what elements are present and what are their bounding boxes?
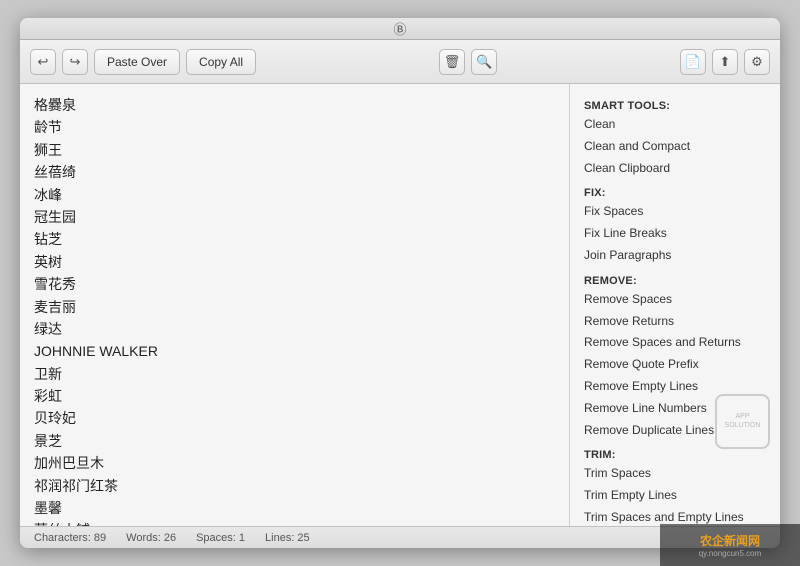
sidebar-menu-item[interactable]: Fix Line Breaks bbox=[584, 223, 766, 245]
title-bar: Ⓑ bbox=[20, 18, 780, 40]
main-window: Ⓑ ↩ ↪ Paste Over Copy All 🗑 🔍 📄 ⬆ ⚙ 格爨泉龄… bbox=[20, 18, 780, 548]
sidebar-menu-item[interactable]: Clean bbox=[584, 114, 766, 136]
fix-title: FIX: bbox=[584, 187, 766, 199]
trim-section: TRIM: Trim SpacesTrim Empty LinesTrim Sp… bbox=[584, 449, 766, 526]
sidebar-menu-item[interactable]: Remove Returns bbox=[584, 311, 766, 333]
fix-section: FIX: Fix SpacesFix Line BreaksJoin Parag… bbox=[584, 187, 766, 266]
badge-text: APPSOLUTION bbox=[725, 413, 761, 430]
text-line: 彩虹 bbox=[34, 385, 555, 407]
text-line: 贝玲妃 bbox=[34, 407, 555, 429]
sidebar-menu-item[interactable]: Trim Spaces bbox=[584, 463, 766, 485]
text-line: 卫新 bbox=[34, 363, 555, 385]
text-content: 格爨泉龄节狮王丝蓓绮冰峰冠生园钻芝英树雪花秀麦吉丽绿达JOHNNIE WALKE… bbox=[34, 94, 555, 526]
text-line: 冠生园 bbox=[34, 206, 555, 228]
text-line: 加州巴旦木 bbox=[34, 452, 555, 474]
text-line: JOHNNIE WALKER bbox=[34, 340, 555, 362]
text-line: 狮王 bbox=[34, 139, 555, 161]
sidebar-menu-item[interactable]: Clean Clipboard bbox=[584, 158, 766, 180]
delete-button[interactable]: 🗑 bbox=[439, 49, 465, 75]
sidebar-menu-item[interactable]: Remove Spaces and Returns bbox=[584, 332, 766, 354]
copy-all-button[interactable]: Copy All bbox=[186, 49, 256, 75]
sidebar-menu-item[interactable]: Trim Empty Lines bbox=[584, 485, 766, 507]
undo-button[interactable]: ↩ bbox=[30, 49, 56, 75]
fix-list: Fix SpacesFix Line BreaksJoin Paragraphs bbox=[584, 201, 766, 266]
watermark: 农企新闻网 qy.nongcun5.com bbox=[660, 524, 800, 566]
paste-over-button[interactable]: Paste Over bbox=[94, 49, 180, 75]
sidebar-menu-item[interactable]: Remove Quote Prefix bbox=[584, 354, 766, 376]
text-line: 英树 bbox=[34, 251, 555, 273]
sidebar: SMART TOOLS: CleanClean and CompactClean… bbox=[570, 84, 780, 526]
title-bar-icon: Ⓑ bbox=[393, 19, 406, 38]
watermark-url: qy.nongcun5.com bbox=[699, 549, 762, 558]
smart-tools-section: SMART TOOLS: CleanClean and CompactClean… bbox=[584, 100, 766, 179]
characters-status: Characters: 89 bbox=[34, 532, 106, 544]
watermark-logo: 农企新闻网 bbox=[700, 532, 760, 549]
lines-status: Lines: 25 bbox=[265, 532, 310, 544]
sidebar-menu-item[interactable]: Remove Spaces bbox=[584, 289, 766, 311]
text-line: 麦吉丽 bbox=[34, 296, 555, 318]
settings-button[interactable]: ⚙ bbox=[744, 49, 770, 75]
text-line: 钻芝 bbox=[34, 228, 555, 250]
trim-title: TRIM: bbox=[584, 449, 766, 461]
text-panel[interactable]: 格爨泉龄节狮王丝蓓绮冰峰冠生园钻芝英树雪花秀麦吉丽绿达JOHNNIE WALKE… bbox=[20, 84, 570, 526]
sidebar-menu-item[interactable]: Join Paragraphs bbox=[584, 245, 766, 267]
text-line: 景芝 bbox=[34, 430, 555, 452]
text-line: 绿达 bbox=[34, 318, 555, 340]
smart-tools-title: SMART TOOLS: bbox=[584, 100, 766, 112]
text-line: 雪花秀 bbox=[34, 273, 555, 295]
spaces-status: Spaces: 1 bbox=[196, 532, 245, 544]
sidebar-menu-item[interactable]: Fix Spaces bbox=[584, 201, 766, 223]
search-button[interactable]: 🔍 bbox=[471, 49, 497, 75]
redo-button[interactable]: ↪ bbox=[62, 49, 88, 75]
trim-list: Trim SpacesTrim Empty LinesTrim Spaces a… bbox=[584, 463, 766, 526]
text-line: 冰峰 bbox=[34, 184, 555, 206]
share-button[interactable]: ⬆ bbox=[712, 49, 738, 75]
text-line: 祁润祁门红茶 bbox=[34, 475, 555, 497]
smart-tools-list: CleanClean and CompactClean Clipboard bbox=[584, 114, 766, 179]
sidebar-menu-item[interactable]: Clean and Compact bbox=[584, 136, 766, 158]
remove-title: REMOVE: bbox=[584, 275, 766, 287]
text-line: 蒙丝小铺 bbox=[34, 519, 555, 526]
text-line: 格爨泉 bbox=[34, 94, 555, 116]
content-area: 格爨泉龄节狮王丝蓓绮冰峰冠生园钻芝英树雪花秀麦吉丽绿达JOHNNIE WALKE… bbox=[20, 84, 780, 526]
new-document-button[interactable]: 📄 bbox=[680, 49, 706, 75]
text-line: 龄节 bbox=[34, 116, 555, 138]
text-line: 丝蓓绮 bbox=[34, 161, 555, 183]
words-status: Words: 26 bbox=[126, 532, 176, 544]
text-line: 墨馨 bbox=[34, 497, 555, 519]
toolbar: ↩ ↪ Paste Over Copy All 🗑 🔍 📄 ⬆ ⚙ bbox=[20, 40, 780, 84]
app-solution-badge: APPSOLUTION bbox=[715, 394, 770, 449]
